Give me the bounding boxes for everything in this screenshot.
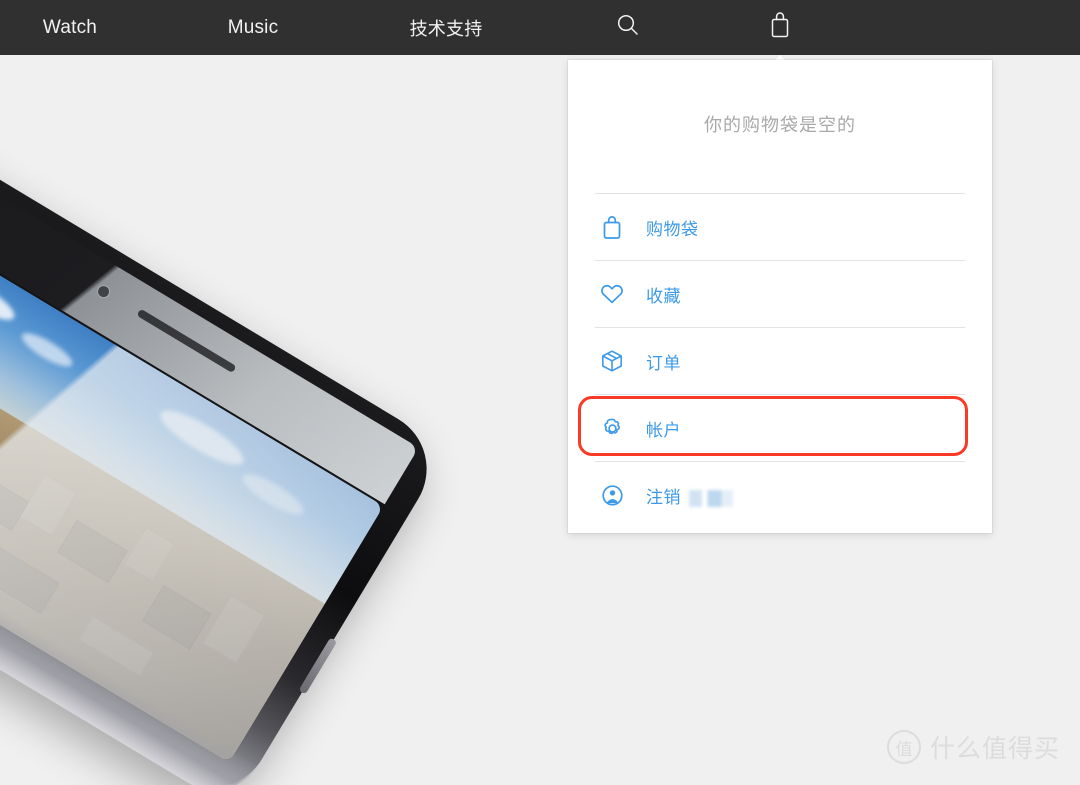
menu-item-favorites[interactable]: 收藏 — [595, 261, 965, 327]
nav-item-music[interactable]: Music — [196, 0, 310, 55]
menu-item-orders[interactable]: 订单 — [595, 328, 965, 394]
nav-item-label: 技术支持 — [409, 18, 483, 39]
page-root: Watch Music 技术支持 你的购物袋是空的 购物袋 收藏 订单 帐户 注… — [0, 0, 1080, 785]
watermark-badge: 值 — [886, 730, 921, 764]
phone-body — [0, 129, 449, 785]
top-navigation-bar: Watch Music 技术支持 — [0, 0, 1080, 70]
shopping-bag-icon — [595, 210, 629, 244]
side-button — [298, 637, 338, 695]
watermark-text: 什么值得买 — [929, 735, 1060, 763]
nav-item-label: Watch — [42, 16, 98, 38]
redacted-username — [689, 489, 733, 507]
package-box-icon — [595, 344, 629, 378]
empty-bag-message: 你的购物袋是空的 — [704, 115, 856, 135]
menu-item-logout[interactable]: 注销 — [595, 462, 965, 528]
nav-item-watch[interactable]: Watch — [18, 0, 122, 55]
watermark: 值 什么值得买 — [886, 729, 1060, 765]
logout-label-text: 注销 — [646, 487, 681, 507]
menu-item-label: 订单 — [646, 353, 681, 373]
nav-item-support[interactable]: 技术支持 — [380, 0, 512, 55]
menu-item-account[interactable]: 帐户 — [595, 395, 965, 461]
shopping-bag-dropdown: 你的购物袋是空的 购物袋 收藏 订单 帐户 注销 — [568, 60, 992, 533]
shopping-bag-icon — [767, 10, 793, 46]
iphone-product-photo — [0, 129, 465, 785]
nav-search-button[interactable] — [600, 0, 656, 55]
user-circle-icon — [595, 478, 629, 512]
nav-item-label: Music — [227, 16, 279, 38]
menu-item-label: 注销 — [646, 483, 733, 508]
nav-bag-button[interactable] — [752, 0, 808, 55]
menu-item-shopping-bag[interactable]: 购物袋 — [595, 194, 965, 260]
gear-icon — [595, 411, 629, 445]
menu-item-label: 购物袋 — [646, 219, 699, 239]
menu-item-label: 帐户 — [646, 420, 681, 440]
heart-icon — [595, 277, 629, 311]
search-icon — [615, 12, 641, 44]
menu-item-label: 收藏 — [646, 286, 681, 306]
